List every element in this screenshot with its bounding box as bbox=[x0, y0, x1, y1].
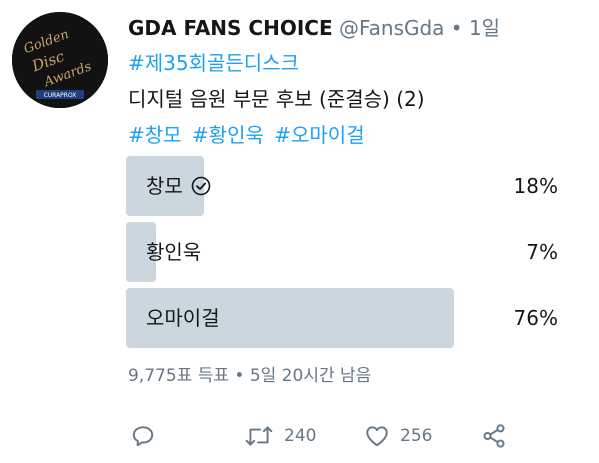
hashtag-hwanginwook[interactable]: #황인욱 bbox=[192, 123, 264, 147]
display-name[interactable]: GDA FANS CHOICE bbox=[128, 16, 333, 40]
retweet-count: 240 bbox=[284, 426, 317, 446]
check-circle-icon bbox=[191, 176, 211, 196]
poll-option-label: 황인욱 bbox=[146, 240, 202, 264]
svg-text:CURAPROX: CURAPROX bbox=[44, 92, 77, 99]
poll-option: 황인욱 7% bbox=[126, 222, 558, 282]
poll-option-percent: 76% bbox=[513, 306, 558, 330]
like-button[interactable]: 256 bbox=[364, 418, 432, 454]
poll-option-label: 창모 bbox=[146, 174, 183, 198]
retweet-button[interactable]: 240 bbox=[244, 418, 316, 454]
heart-icon bbox=[366, 426, 388, 447]
tweet-text: 디지털 음원 부문 후보 (준결승) (2) bbox=[128, 87, 425, 111]
poll-meta: 9,775표 득표 • 5일 20시간 남음 bbox=[128, 366, 372, 386]
handle[interactable]: @FansGda bbox=[339, 16, 444, 40]
tweet-header: GDA FANS CHOICE @FansGda • 1일 bbox=[128, 14, 587, 42]
golden-disc-awards-logo-icon: Golden Disc Awards CURAPROX bbox=[12, 12, 108, 108]
hashtag-changmo[interactable]: #창모 bbox=[128, 123, 182, 147]
poll-option-percent: 18% bbox=[513, 174, 558, 198]
poll-option-label: 오마이걸 bbox=[146, 306, 220, 330]
separator-dot: • bbox=[450, 16, 463, 40]
share-icon bbox=[483, 424, 505, 448]
poll-option: 창모 18% bbox=[126, 156, 558, 216]
hashtag-row: #창모 #황인욱 #오마이걸 bbox=[128, 121, 369, 149]
avatar[interactable]: Golden Disc Awards CURAPROX bbox=[12, 12, 108, 108]
tweet-actions: 240 256 bbox=[126, 418, 586, 454]
share-button[interactable] bbox=[481, 418, 507, 454]
reply-icon bbox=[132, 426, 154, 447]
retweet-icon bbox=[245, 426, 273, 446]
like-count: 256 bbox=[400, 426, 433, 446]
hashtag-golden-disc[interactable]: #제35회골든디스크 bbox=[128, 49, 299, 77]
reply-button[interactable] bbox=[130, 418, 156, 454]
hashtag-ohmygirl[interactable]: #오마이걸 bbox=[274, 123, 364, 147]
poll-option: 오마이걸 76% bbox=[126, 288, 558, 348]
poll-option-percent: 7% bbox=[526, 240, 558, 264]
timestamp[interactable]: 1일 bbox=[469, 16, 500, 40]
